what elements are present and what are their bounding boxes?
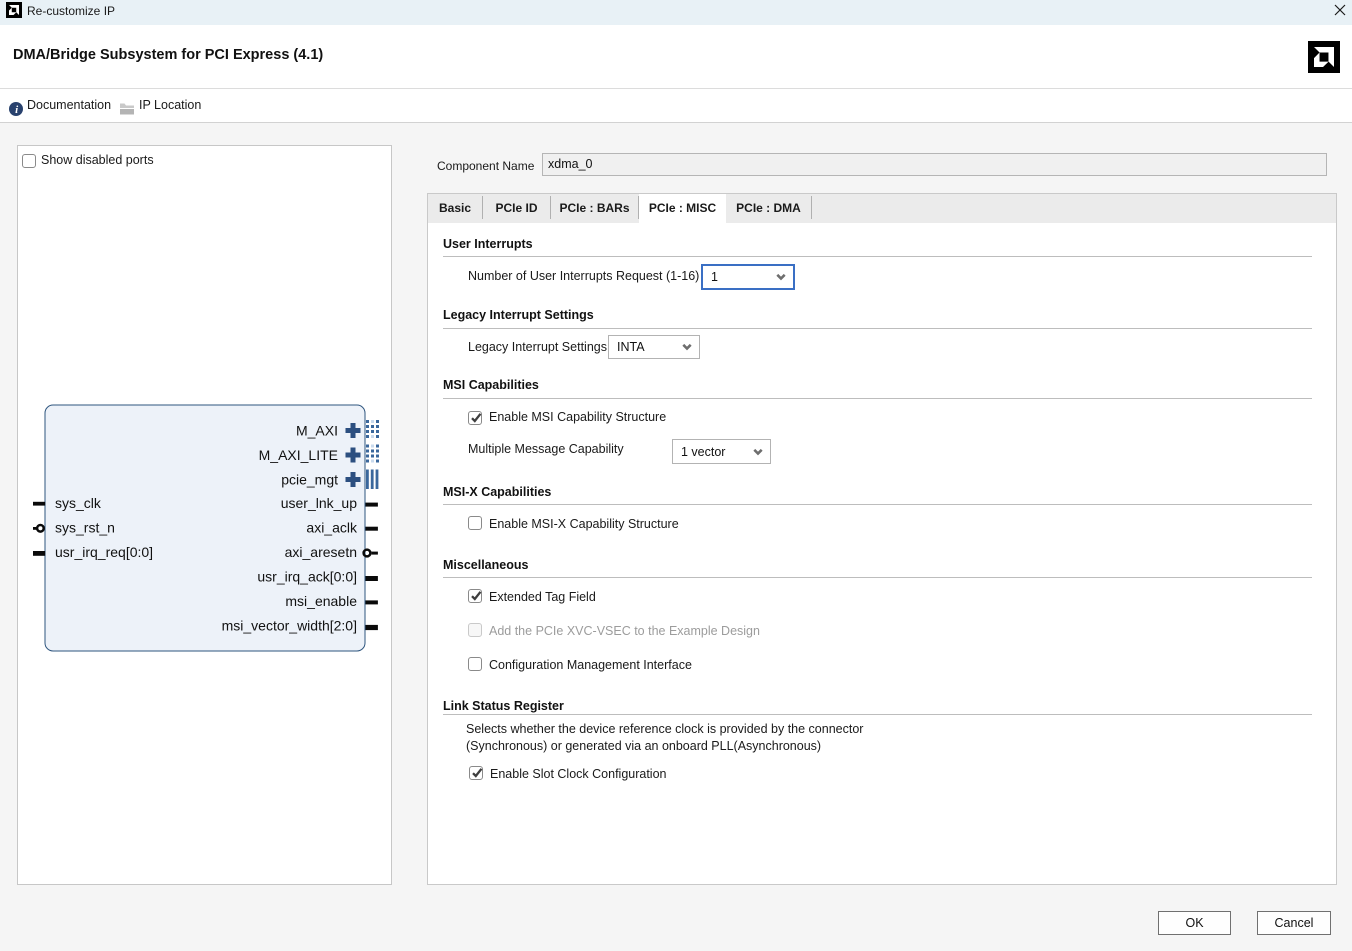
svg-text:sys_rst_n: sys_rst_n bbox=[55, 520, 115, 536]
svg-text:usr_irq_req[0:0]: usr_irq_req[0:0] bbox=[55, 544, 153, 560]
svg-text:msi_vector_width[2:0]: msi_vector_width[2:0] bbox=[222, 618, 357, 634]
svg-text:pcie_mgt: pcie_mgt bbox=[281, 472, 338, 488]
svg-text:M_AXI: M_AXI bbox=[296, 423, 338, 439]
svg-text:msi_enable: msi_enable bbox=[285, 593, 357, 609]
svg-text:user_lnk_up: user_lnk_up bbox=[281, 495, 357, 511]
svg-text:M_AXI_LITE: M_AXI_LITE bbox=[259, 447, 338, 463]
svg-text:sys_clk: sys_clk bbox=[55, 495, 102, 511]
svg-text:axi_aresetn: axi_aresetn bbox=[285, 544, 357, 560]
svg-text:axi_aclk: axi_aclk bbox=[306, 520, 358, 536]
svg-text:usr_irq_ack[0:0]: usr_irq_ack[0:0] bbox=[257, 569, 357, 585]
